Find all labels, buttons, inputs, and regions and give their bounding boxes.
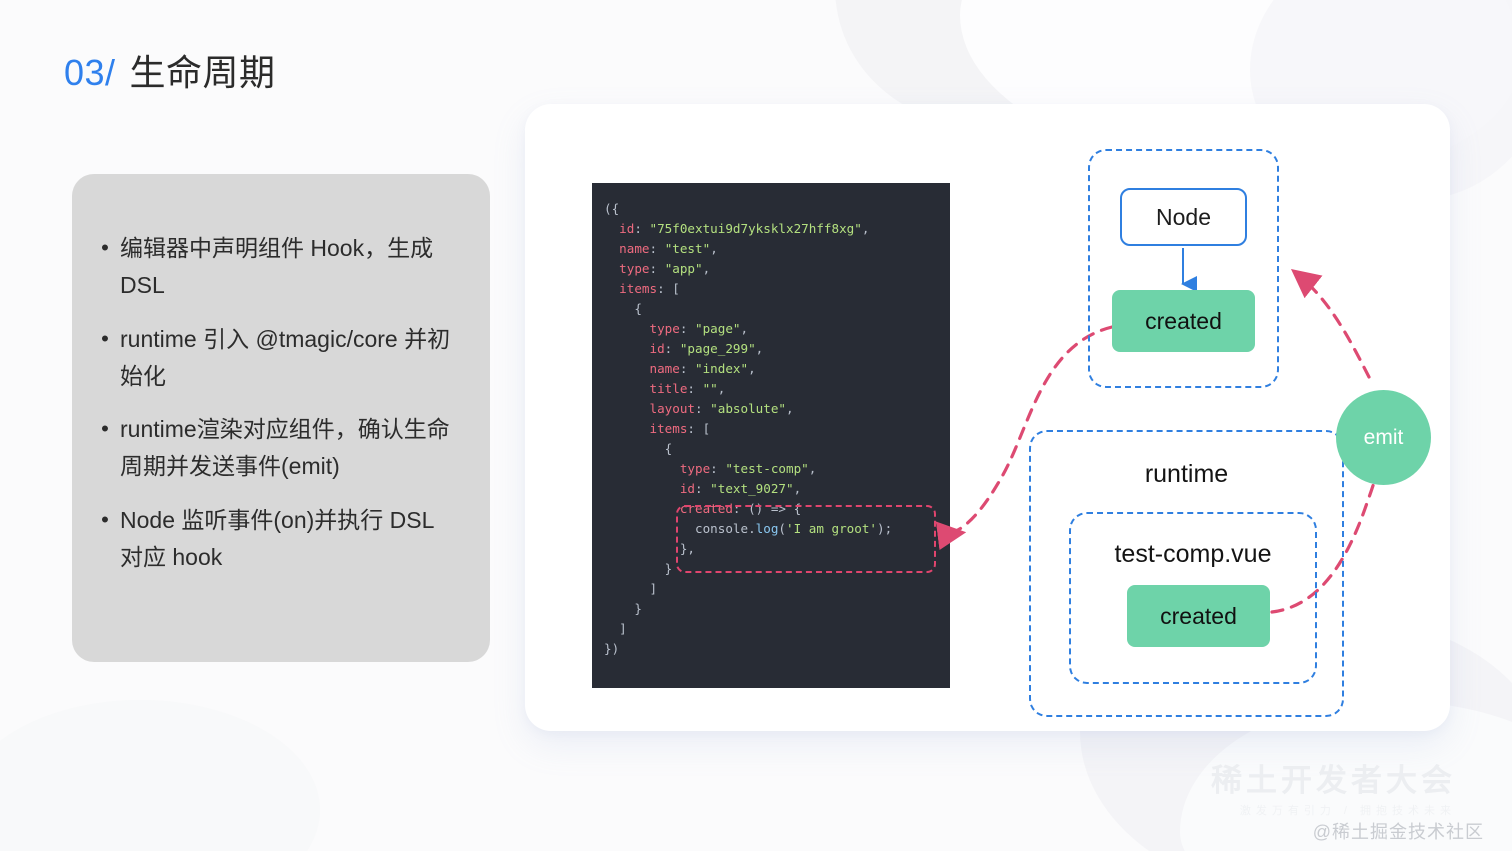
node-box[interactable]: Node (1120, 188, 1247, 246)
node-created-label: created (1145, 307, 1222, 334)
bullet-text: runtime 引入 @tmagic/core 并初始化 (120, 325, 451, 389)
vue-group-label: test-comp.vue (1114, 540, 1272, 568)
code-content: ({ id: "75f0extui9d7yksklx27hff8xg", nam… (604, 201, 893, 656)
emit-label: emit (1363, 425, 1404, 449)
runtime-group-label: runtime (1144, 460, 1229, 488)
bullet-list: • 编辑器中声明组件 Hook，生成 DSL • runtime 引入 @tma… (90, 230, 462, 576)
list-item: • Node 监听事件(on)并执行 DSL 对应 hook (90, 502, 462, 577)
code-block: ({ id: "75f0extui9d7yksklx27hff8xg", nam… (592, 183, 950, 688)
list-item: • runtime渲染对应组件，确认生命周期并发送事件(emit) (90, 411, 462, 486)
bullet-dot-icon: • (101, 325, 109, 351)
watermark-brand-main: 稀土开发者大会 (1211, 763, 1456, 798)
watermark-brand-sub: 激发万有引力 / 拥抱技术未来 (1239, 805, 1456, 818)
background-blob-f (0, 700, 320, 851)
section-number: 03/ (64, 52, 116, 93)
watermark-handle: @稀土掘金技术社区 (1312, 822, 1484, 842)
node-created-box[interactable]: created (1112, 290, 1255, 352)
emit-circle[interactable]: emit (1336, 390, 1431, 485)
vue-created-box[interactable]: created (1127, 585, 1270, 647)
vue-created-label: created (1160, 602, 1237, 629)
node-box-label: Node (1156, 203, 1211, 230)
section-title-text: 生命周期 (129, 52, 276, 93)
node-group-boundary (1088, 149, 1279, 388)
conference-watermark: 稀土开发者大会 激发万有引力 / 拥抱技术未来 (1211, 763, 1456, 818)
bullet-dot-icon: • (101, 416, 109, 441)
list-item: • 编辑器中声明组件 Hook，生成 DSL (90, 230, 462, 305)
bullet-dot-icon: • (101, 235, 109, 260)
list-item: • runtime 引入 @tmagic/core 并初始化 (90, 321, 462, 396)
lifecycle-diagram: Node created runtime test-comp.vue creat… (1000, 120, 1470, 730)
bullet-text: runtime渲染对应组件，确认生命周期并发送事件(emit) (120, 416, 450, 480)
bullet-panel: • 编辑器中声明组件 Hook，生成 DSL • runtime 引入 @tma… (72, 174, 490, 662)
bullet-text: Node 监听事件(on)并执行 DSL 对应 hook (120, 506, 434, 570)
bullet-dot-icon: • (101, 506, 109, 532)
bullet-text: 编辑器中声明组件 Hook，生成 DSL (120, 235, 434, 299)
page-title: 03/生命周期 (64, 50, 276, 95)
